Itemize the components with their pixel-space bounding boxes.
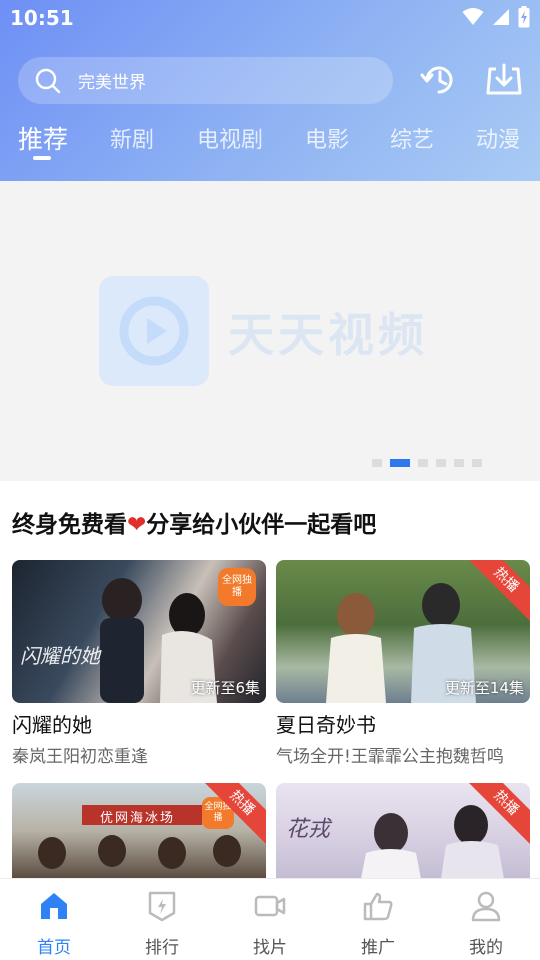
video-card[interactable]: 热播 更新至14集 夏日奇妙书 气场全开!王霏霏公主抱魏哲鸣 <box>276 560 530 767</box>
video-title: 夏日奇妙书 <box>276 713 376 737</box>
thumbs-up-icon <box>363 892 393 921</box>
tab-recommend[interactable]: 推荐 <box>18 120 68 156</box>
carousel-dots <box>372 459 482 467</box>
video-card[interactable]: 闪耀的她 全网独播 更新至6集 闪耀的她 秦岚王阳初恋重逢 <box>12 560 266 767</box>
poster-title-art: 花戎 <box>286 817 331 842</box>
search-bar[interactable]: 完美世界 <box>18 57 393 104</box>
nav-label: 推广 <box>361 938 395 958</box>
banner-carousel[interactable]: 天天视频 <box>0 181 540 481</box>
tab-variety[interactable]: 综艺 <box>390 122 434 154</box>
nav-label: 排行 <box>145 938 179 958</box>
signal-icon <box>493 9 509 25</box>
bottom-nav: 首页 排行 找片 推广 我的 <box>0 878 540 960</box>
status-time: 10:51 <box>10 6 74 30</box>
tab-anime[interactable]: 动漫 <box>476 122 520 154</box>
video-thumbnail[interactable]: 花戎 热播 <box>276 783 530 879</box>
play-logo-icon <box>119 296 189 366</box>
nav-profile[interactable]: 我的 <box>451 889 521 958</box>
nav-label: 找片 <box>253 938 287 958</box>
carousel-dot <box>472 459 482 467</box>
video-subtitle: 气场全开!王霏霏公主抱魏哲鸣 <box>276 747 504 767</box>
nav-home[interactable]: 首页 <box>19 889 89 958</box>
app-logo <box>99 276 209 386</box>
search-icon <box>35 68 61 93</box>
header: 10:51 完美世界 推荐 新剧 电视剧 电影 综艺 动漫 <box>0 0 540 181</box>
category-tabs: 推荐 新剧 电视剧 电影 综艺 动漫 <box>0 118 540 168</box>
heart-icon: ❤ <box>127 512 147 538</box>
carousel-dot <box>372 459 382 467</box>
status-icons <box>462 6 530 28</box>
tab-new-drama[interactable]: 新剧 <box>110 122 154 154</box>
video-card[interactable]: 花戎 热播 <box>276 783 530 879</box>
slogan-part1: 终身免费看 <box>12 512 127 538</box>
update-badge: 更新至6集 <box>190 679 260 697</box>
carousel-dot <box>454 459 464 467</box>
download-icon[interactable] <box>484 60 524 100</box>
poster-title-art: 闪耀的她 <box>20 644 100 668</box>
video-title: 闪耀的她 <box>12 713 92 737</box>
carousel-dot <box>418 459 428 467</box>
history-icon[interactable] <box>419 60 459 100</box>
nav-label: 我的 <box>469 938 503 958</box>
exclusive-tag: 全网独播 <box>218 568 256 606</box>
nav-find-video[interactable]: 找片 <box>235 889 305 958</box>
ranking-icon <box>148 891 176 922</box>
banner-logo-text: 天天视频 <box>228 308 428 362</box>
home-icon <box>41 893 67 919</box>
battery-icon <box>518 6 530 28</box>
nav-ranking[interactable]: 排行 <box>127 889 197 958</box>
wifi-icon <box>462 8 484 25</box>
update-badge: 更新至14集 <box>444 679 524 697</box>
nav-label: 首页 <box>37 938 71 958</box>
video-thumbnail[interactable]: 闪耀的她 全网独播 更新至6集 <box>12 560 266 703</box>
nav-promote[interactable]: 推广 <box>343 889 413 958</box>
video-thumbnail[interactable]: 优网海冰场 全网独播 热播 <box>12 783 266 879</box>
status-bar: 10:51 <box>0 0 540 38</box>
poster-sign-text: 优网海冰场 <box>100 811 176 826</box>
video-thumbnail[interactable]: 热播 更新至14集 <box>276 560 530 703</box>
tab-movies[interactable]: 电影 <box>305 122 349 154</box>
slogan-part2: 分享给小伙伴一起看吧 <box>146 512 377 538</box>
tab-tv-series[interactable]: 电视剧 <box>197 122 263 154</box>
search-text: 完美世界 <box>78 73 146 93</box>
video-subtitle: 秦岚王阳初恋重逢 <box>12 747 148 767</box>
video-icon <box>254 895 286 917</box>
user-icon <box>471 891 501 922</box>
share-slogan: 终身免费看❤分享给小伙伴一起看吧 <box>12 505 376 539</box>
video-card[interactable]: 优网海冰场 全网独播 热播 <box>12 783 266 879</box>
tab-indicator <box>33 156 51 160</box>
carousel-dot-active <box>390 459 410 467</box>
carousel-dot <box>436 459 446 467</box>
